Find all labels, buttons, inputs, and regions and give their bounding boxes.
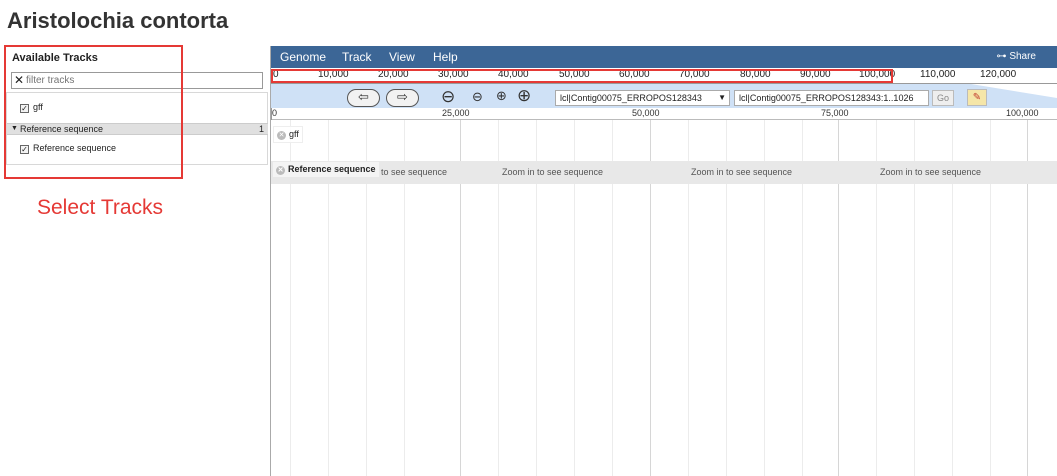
menu-genome[interactable]: Genome: [280, 50, 326, 64]
track-label-reference-sequence[interactable]: ✕ Reference sequence: [273, 162, 379, 177]
location-input[interactable]: lcl|Contig00075_ERROPOS128343:1..1026: [734, 90, 929, 106]
annotation-label: Select Tracks: [37, 196, 164, 219]
category-count: 1: [258, 124, 264, 134]
page-title: Aristolochia contorta: [7, 8, 229, 33]
zoom-out-icon[interactable]: ⊖: [472, 90, 483, 105]
pan-left-button[interactable]: ⇦: [347, 89, 380, 107]
chevron-down-icon: ▼: [718, 93, 726, 102]
ruler-tick: 25,000: [442, 108, 470, 118]
close-icon[interactable]: ✕: [277, 131, 286, 140]
menu-track[interactable]: Track: [342, 50, 372, 64]
menu-bar: Genome Track View Help ⊶ Share: [271, 46, 1057, 68]
track-label-gff[interactable]: ✕ gff: [273, 126, 303, 143]
track-label-text: Reference sequence: [288, 164, 376, 174]
zoom-message: Zoom in to see sequence: [502, 167, 604, 177]
share-label: Share: [1009, 51, 1036, 62]
ruler-tick: 75,000: [821, 108, 849, 118]
highlight-box-track-selector: [4, 45, 183, 179]
ruler-tick: 0: [272, 108, 278, 118]
genome-browser: Genome Track View Help ⊶ Share 0 10,000 …: [270, 46, 1057, 476]
zoom-message: Zoom in to see sequence: [691, 167, 793, 177]
reference-sequence-select[interactable]: lcl|Contig00075_ERROPOS128343 ▼: [555, 90, 730, 106]
ruler-tick: 50,000: [632, 108, 660, 118]
link-icon: ⊶: [996, 51, 1010, 62]
highlight-icon[interactable]: ✎: [967, 89, 987, 106]
menu-view[interactable]: View: [389, 50, 415, 64]
zoom-in-more-icon[interactable]: ⊕: [517, 86, 531, 106]
track-label-text: gff: [289, 129, 299, 139]
ruler-tick: 100,000: [1006, 108, 1039, 118]
share-button[interactable]: ⊶ Share: [997, 51, 1036, 62]
ruler: 0 25,000 50,000 75,000 100,000: [271, 108, 1057, 120]
zoom-message: Zoom in to see sequence: [880, 167, 982, 177]
reference-select-value: lcl|Contig00075_ERROPOS128343: [560, 93, 702, 103]
overview-tick: 120,000: [980, 69, 1017, 80]
arrow-left-icon: ⇦: [358, 90, 369, 105]
zoom-in-icon[interactable]: ⊕: [496, 89, 507, 104]
highlight-box-overview: [271, 69, 893, 83]
menu-help[interactable]: Help: [433, 50, 458, 64]
arrow-right-icon: ⇨: [397, 90, 408, 105]
zoom-out-more-icon[interactable]: ⊖: [441, 87, 455, 107]
go-button[interactable]: Go: [932, 90, 954, 106]
pan-right-button[interactable]: ⇨: [386, 89, 419, 107]
overview-tick: 110,000: [920, 69, 956, 80]
close-icon[interactable]: ✕: [276, 166, 285, 175]
